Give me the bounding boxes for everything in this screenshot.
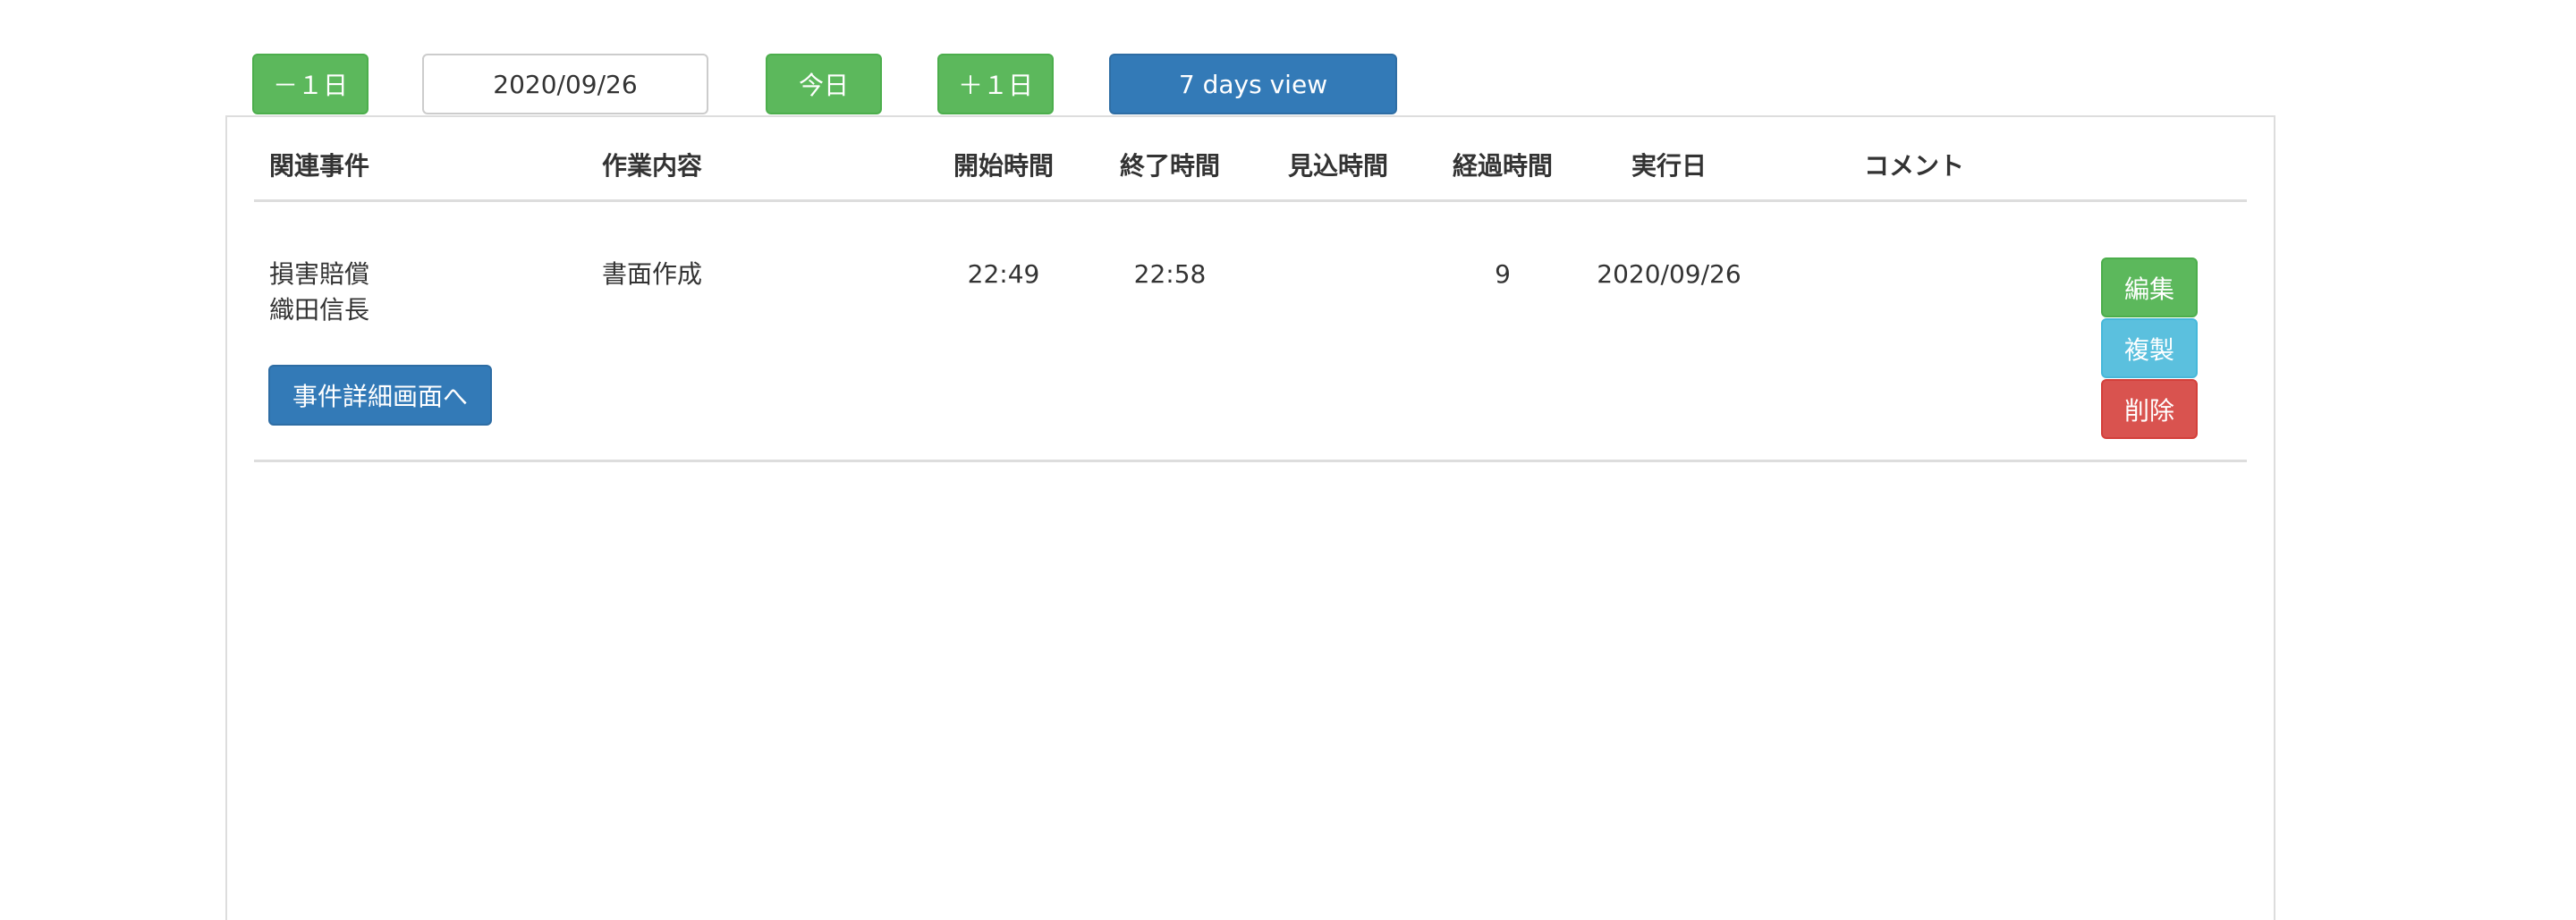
next-day-button[interactable]: ＋１日 — [937, 54, 1054, 114]
seven-days-view-button[interactable]: 7 days view — [1109, 54, 1397, 114]
execution-date-cell: 2020/09/26 — [1597, 259, 1741, 289]
header-task: 作業内容 — [602, 151, 703, 181]
header-execution-date: 実行日 — [1631, 151, 1707, 181]
header-start-time: 開始時間 — [953, 151, 1054, 181]
case-name-line1: 損害賠償 — [269, 259, 370, 289]
case-name-line2: 織田信長 — [269, 295, 370, 325]
start-time-cell: 22:49 — [967, 259, 1040, 289]
header-divider — [254, 199, 2247, 202]
header-comment: コメント — [1864, 151, 1965, 181]
header-related-case: 関連事件 — [269, 151, 370, 181]
header-end-time: 終了時間 — [1119, 151, 1220, 181]
elapsed-time-cell: 9 — [1495, 259, 1511, 289]
case-detail-button[interactable]: 事件詳細画面へ — [268, 365, 492, 426]
delete-button[interactable]: 削除 — [2101, 379, 2198, 439]
today-button[interactable]: 今日 — [766, 54, 882, 114]
end-time-cell: 22:58 — [1133, 259, 1207, 289]
task-cell: 書面作成 — [602, 259, 703, 289]
header-estimated-time: 見込時間 — [1287, 151, 1388, 181]
copy-button[interactable]: 複製 — [2101, 318, 2198, 378]
task-panel — [225, 115, 2275, 920]
date-input[interactable] — [422, 54, 708, 114]
prev-day-button[interactable]: －１日 — [252, 54, 369, 114]
row-divider — [254, 460, 2247, 462]
header-elapsed-time: 経過時間 — [1452, 151, 1553, 181]
edit-button[interactable]: 編集 — [2101, 257, 2198, 317]
